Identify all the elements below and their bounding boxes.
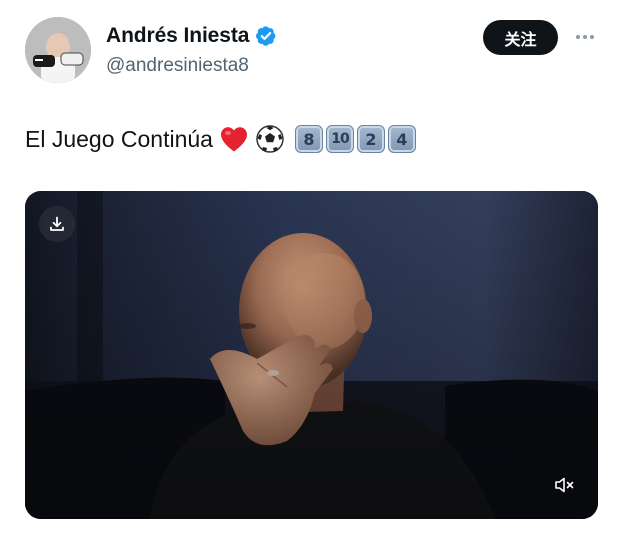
tweet-card: Andrés Iniesta @andresiniesta8 关注 El Jue… — [0, 0, 641, 536]
download-icon — [50, 216, 64, 231]
tweet-text-content: El Juego Continúa — [25, 125, 213, 152]
download-button[interactable] — [39, 206, 75, 242]
more-options-icon[interactable] — [570, 27, 600, 47]
video-frame — [25, 191, 598, 519]
dot — [576, 35, 580, 39]
author-name-row[interactable]: Andrés Iniesta — [106, 24, 277, 48]
follow-button[interactable]: 关注 — [483, 20, 558, 55]
author-display-name[interactable]: Andrés Iniesta — [106, 24, 249, 48]
video-player[interactable] — [25, 191, 598, 519]
author-avatar[interactable] — [25, 17, 91, 83]
author-handle[interactable]: @andresiniesta8 — [106, 55, 249, 77]
verified-badge-icon — [256, 26, 276, 46]
speaker-muted-icon — [555, 477, 574, 493]
tweet-text: El Juego Continúa 8 10 2 4 — [25, 124, 416, 154]
red-heart-icon — [219, 125, 249, 153]
avatar-image — [25, 17, 91, 83]
keycap-emoji: 2 — [356, 125, 385, 153]
soccer-ball-icon — [255, 124, 285, 154]
keycap-emoji: 8 — [294, 125, 323, 153]
keycap-emoji: 10 — [325, 125, 354, 153]
keycap-emoji: 4 — [387, 125, 416, 153]
dot — [590, 35, 594, 39]
dot — [583, 35, 587, 39]
mute-toggle-button[interactable] — [551, 473, 577, 497]
